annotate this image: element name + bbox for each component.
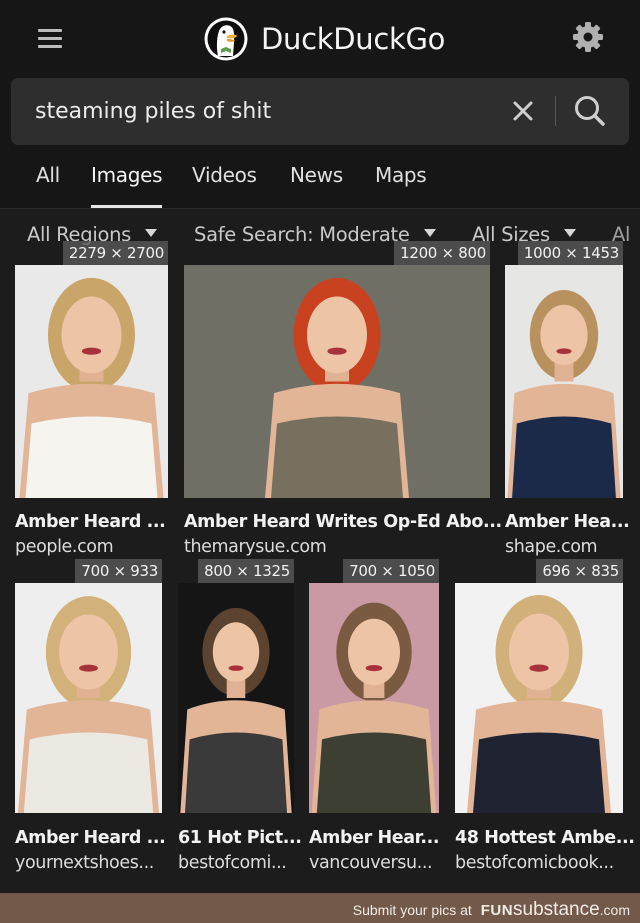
tab-images[interactable]: Images — [91, 163, 163, 187]
result-thumbnail — [15, 583, 162, 813]
lips-shape — [529, 664, 549, 672]
result-thumbnail — [505, 265, 623, 498]
person-photo-placeholder — [15, 265, 168, 498]
search-icon[interactable] — [573, 94, 607, 128]
image-dimensions: 2279 × 2700 — [62, 241, 168, 265]
result-thumbnail — [178, 583, 294, 813]
person-photo-placeholder — [184, 265, 490, 498]
result-source: shape.com — [505, 537, 598, 557]
search-input[interactable] — [35, 78, 495, 145]
search-divider — [555, 96, 556, 126]
caret-down-icon — [145, 229, 157, 237]
tab-videos[interactable]: Videos — [192, 163, 257, 187]
result-thumbnail — [455, 583, 623, 813]
image-dimensions: 800 × 1325 — [198, 559, 294, 583]
image-dimensions: 696 × 835 — [536, 559, 623, 583]
outfit-shape — [25, 416, 158, 498]
watermark-brand-fun: FUN — [480, 902, 514, 919]
close-icon[interactable] — [511, 98, 535, 124]
top-bar: DuckDuckGo — [0, 0, 640, 76]
face-shape — [61, 296, 122, 374]
lips-shape — [327, 347, 347, 355]
hamburger-menu-icon[interactable] — [38, 28, 62, 48]
watermark-brand-com: .com — [599, 902, 630, 918]
watermark-text: Submit your pics at FUNsubstance.com — [353, 899, 630, 921]
face-shape — [212, 622, 260, 682]
brand-name: DuckDuckGo — [261, 22, 446, 56]
menu-line — [38, 29, 62, 32]
face-shape — [348, 618, 400, 686]
outfit-shape — [316, 732, 432, 813]
search-bar — [11, 78, 629, 145]
tab-all[interactable]: All — [36, 163, 60, 187]
outfit-shape — [473, 732, 605, 813]
gear-icon[interactable] — [572, 21, 604, 53]
image-dimensions: 700 × 1050 — [343, 559, 439, 583]
lips-shape — [81, 347, 102, 355]
face-shape — [509, 613, 569, 691]
image-results-grid: 2279 × 2700 Amber Heard ... people.com 1… — [0, 241, 640, 893]
result-source: bestofcomi... — [178, 853, 287, 873]
watermark-prefix: Submit your pics at — [352, 902, 472, 918]
tab-maps[interactable]: Maps — [375, 163, 427, 187]
result-source: people.com — [15, 537, 114, 557]
person-photo-placeholder — [178, 583, 294, 813]
menu-line — [38, 37, 62, 40]
outfit-shape — [184, 732, 288, 813]
watermark-brand-substance: substance — [513, 899, 600, 920]
result-title: Amber Heard ... — [15, 828, 166, 848]
caret-down-icon — [563, 229, 576, 237]
person-photo-placeholder — [455, 583, 623, 813]
result-title: 61 Hot Pict... — [178, 828, 302, 848]
image-dimensions: 700 × 933 — [75, 559, 162, 583]
result-title: Amber Hear... — [309, 828, 440, 848]
result-title: Amber Heard ... — [15, 512, 166, 532]
outfit-shape — [271, 416, 403, 498]
lips-shape — [79, 664, 98, 672]
outfit-shape — [512, 416, 616, 498]
face-shape — [540, 304, 588, 366]
lips-shape — [228, 665, 244, 671]
safe-search-label: Safe Search: Moderate — [194, 223, 410, 246]
image-dimensions: 1200 × 800 — [394, 241, 490, 265]
person-photo-placeholder — [505, 265, 623, 498]
result-thumbnail — [15, 265, 168, 498]
duckduckgo-logo-icon — [204, 17, 248, 61]
search-type-tabs: All Images Videos News Maps — [0, 150, 640, 208]
result-thumbnail — [309, 583, 439, 813]
caret-down-icon — [423, 229, 436, 237]
brand-home-link[interactable]: DuckDuckGo — [203, 16, 445, 62]
outfit-shape — [23, 732, 154, 813]
image-dimensions: 1000 × 1453 — [517, 241, 623, 265]
result-source: yournextshoes... — [15, 853, 154, 873]
result-title: Amber Heard Writes Op-Ed Abo... — [184, 512, 502, 532]
tab-news[interactable]: News — [290, 163, 343, 187]
face-shape — [59, 614, 118, 690]
person-photo-placeholder — [15, 583, 162, 813]
person-photo-placeholder — [309, 583, 439, 813]
result-title: Amber Hea... — [505, 512, 630, 532]
result-title: 48 Hottest Ambe... — [455, 828, 635, 848]
result-source: bestofcomicbook... — [455, 853, 614, 873]
lips-shape — [556, 348, 572, 355]
result-source: themarysue.com — [184, 537, 327, 557]
menu-line — [38, 45, 62, 48]
watermark-footer: Submit your pics at FUNsubstance.com — [0, 893, 640, 923]
lips-shape — [365, 664, 383, 672]
result-source: vancouversu... — [309, 853, 433, 873]
result-thumbnail — [184, 265, 490, 498]
face-shape — [307, 296, 367, 374]
